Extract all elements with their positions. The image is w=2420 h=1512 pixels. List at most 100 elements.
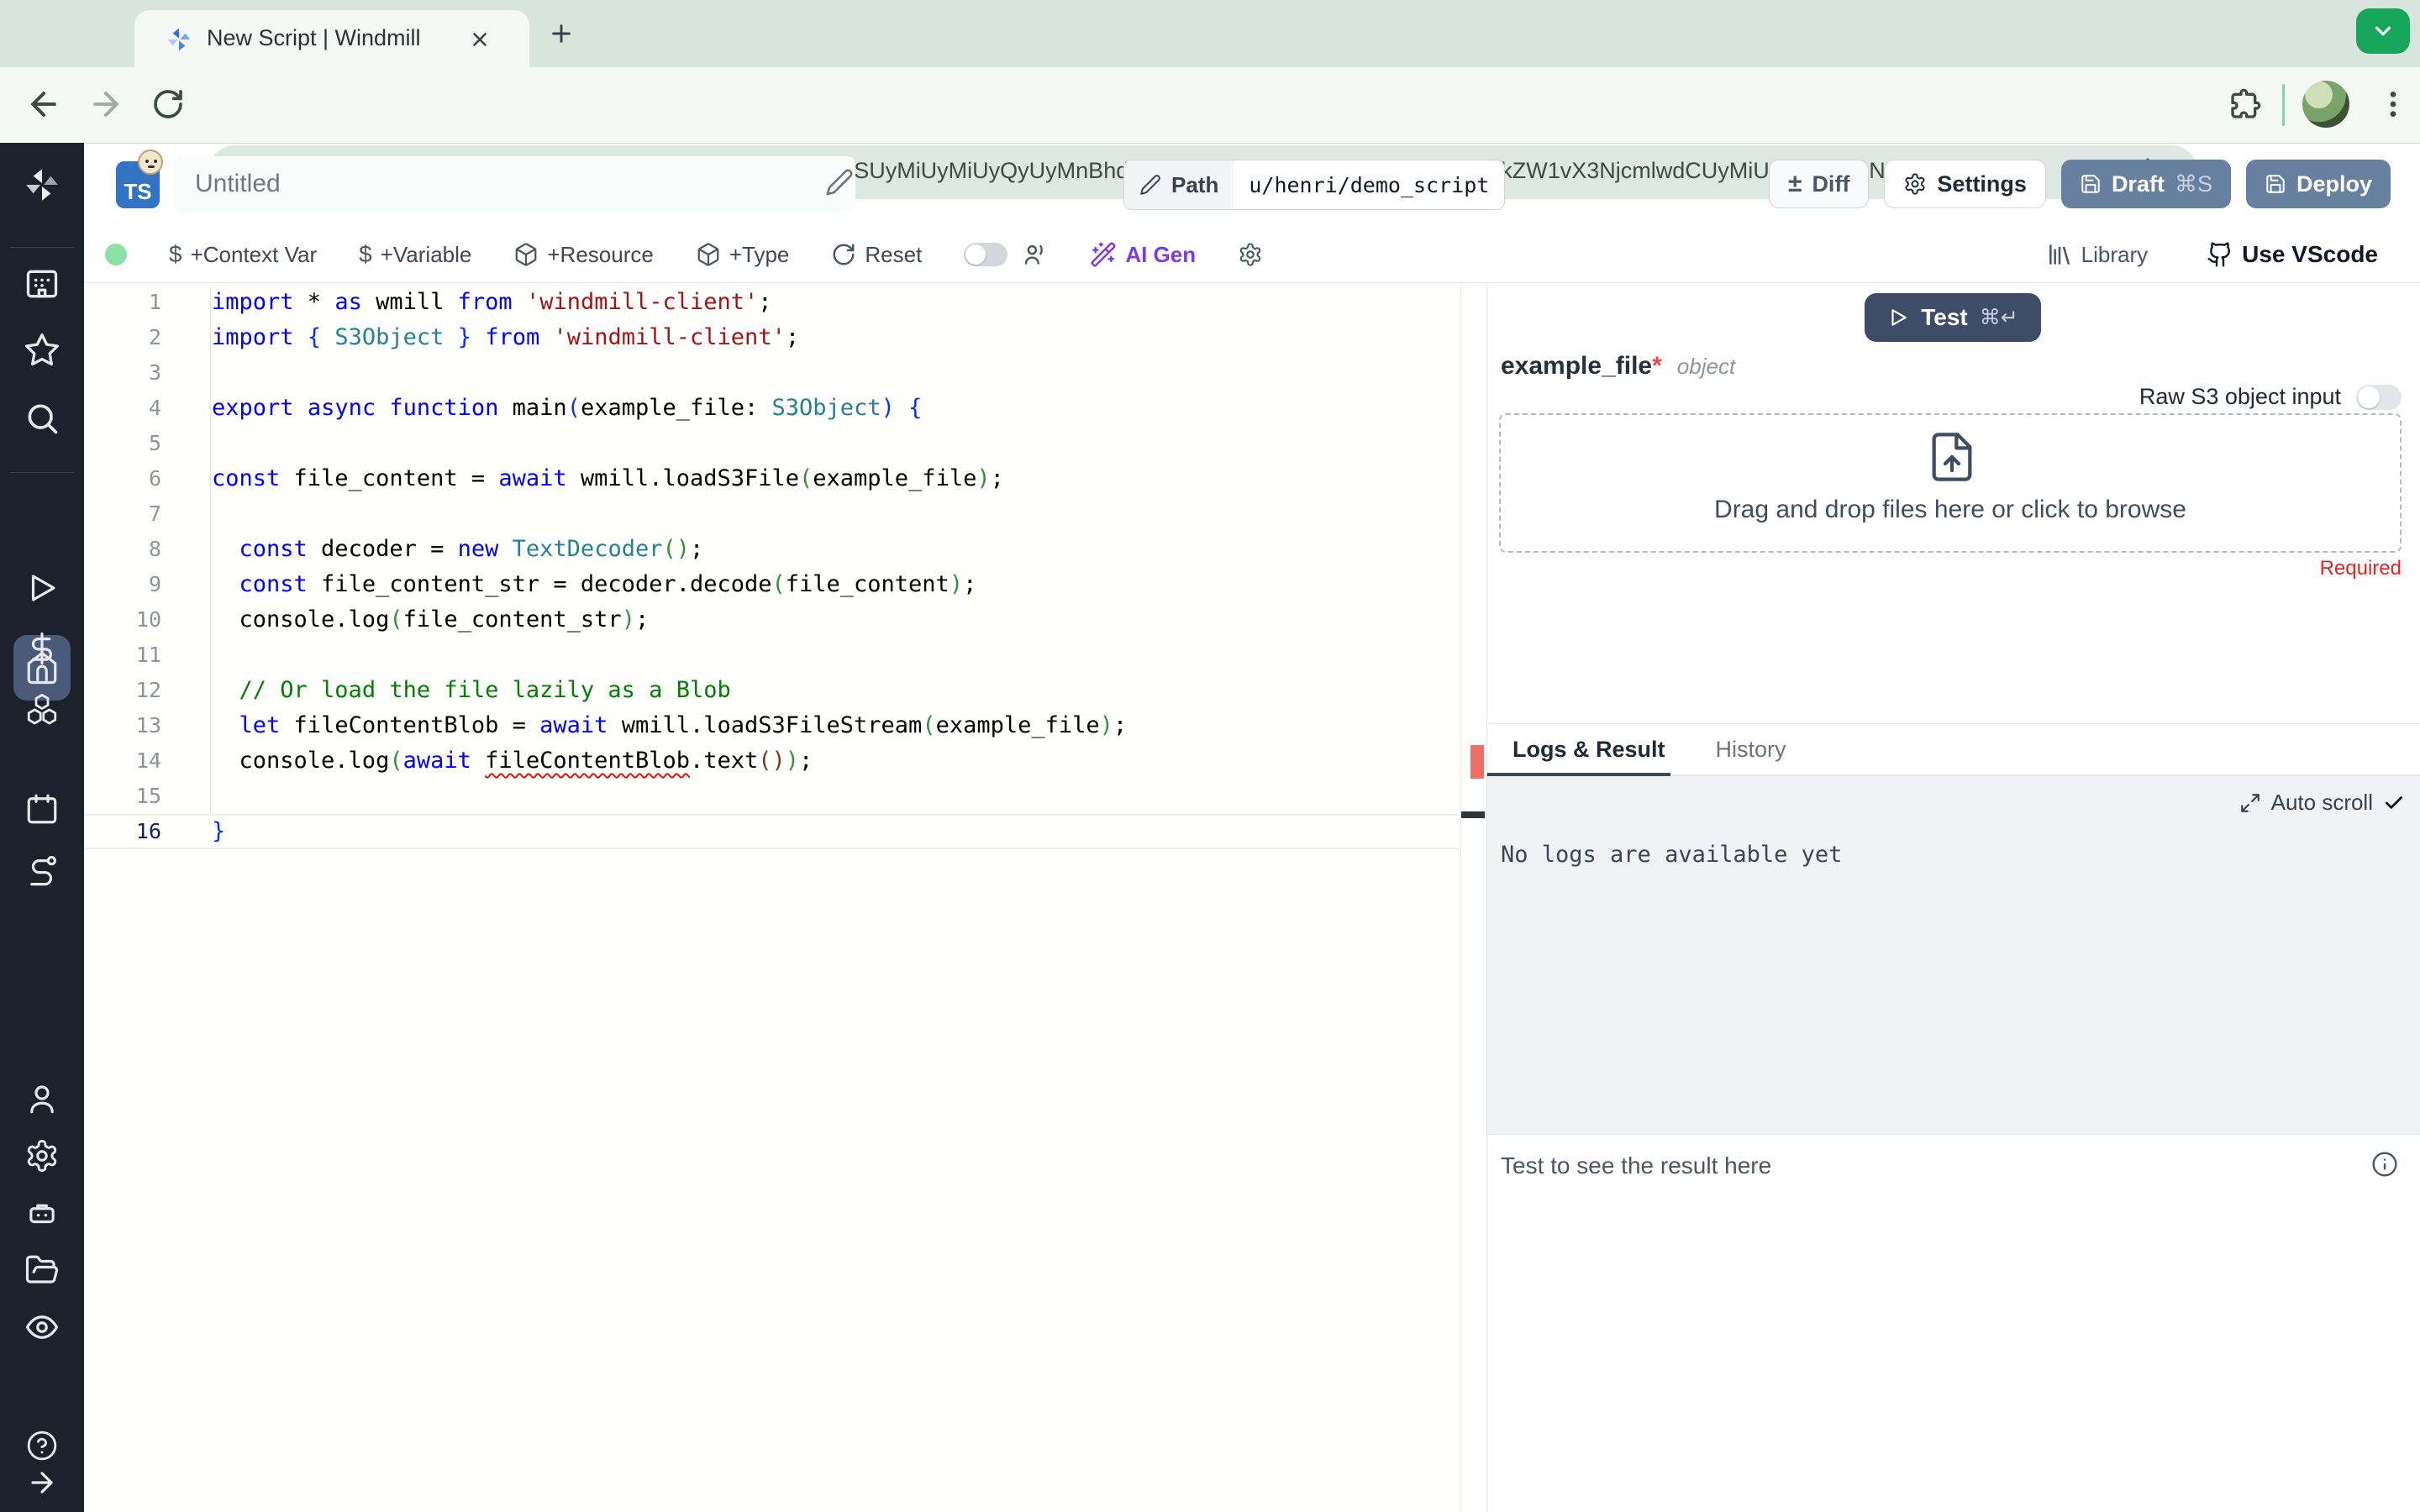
raw-s3-label: Raw S3 object input (2139, 384, 2341, 409)
code-line: 12 // Or load the file lazily as a Blob (135, 677, 731, 703)
play-icon (1887, 307, 1909, 328)
forward-icon[interactable] (87, 86, 124, 123)
save-icon (2265, 173, 2286, 195)
required-label: Required (2319, 557, 2402, 580)
preview-panel: Test ⌘↵ example_file* object Raw S3 objec… (1487, 283, 2420, 1512)
code-editor[interactable]: 1 import * as wmill from 'windmill-client… (84, 283, 1462, 1512)
test-shortcut: ⌘↵ (1979, 306, 2018, 329)
sidebar-item-search[interactable] (24, 400, 60, 437)
library-icon (2046, 241, 2073, 268)
edit-summary-pencil-icon[interactable] (825, 168, 854, 197)
sidebar-item-account[interactable] (24, 1081, 60, 1116)
back-icon[interactable] (25, 86, 62, 123)
sidebar-item-workers[interactable] (24, 1195, 60, 1231)
browser-tab-strip: New Script | Windmill (0, 0, 2420, 67)
tab-title: New Script | Windmill (207, 25, 421, 50)
tab-close-icon[interactable] (469, 29, 491, 50)
avatar[interactable] (2302, 81, 2349, 128)
draft-button[interactable]: Draft ⌘S (2060, 160, 2231, 208)
path-label: Path (1171, 171, 1219, 197)
extensions-icon[interactable] (2228, 87, 2262, 121)
toolbar-divider (2282, 84, 2285, 126)
sidebar-item-apps[interactable] (24, 265, 60, 302)
tab-logs-result[interactable]: Logs & Result (1487, 724, 1691, 774)
raw-s3-toggle[interactable] (2356, 384, 2402, 410)
current-line-highlight (84, 814, 1459, 849)
path-control[interactable]: Path u/henri/demo_script (1123, 160, 1506, 210)
sidebar-expand-icon[interactable] (26, 1467, 58, 1499)
plus-minus-icon: ± (1787, 170, 1802, 197)
add-context-var-button[interactable]: $ +Context Var (169, 241, 317, 268)
sidebar-item-favorites[interactable] (24, 332, 60, 369)
editor-toolbar: $ +Context Var $ +Variable +Resource +Ty… (84, 228, 2420, 283)
sidebar-item-variables[interactable] (24, 631, 60, 666)
browser-toolbar: app.windmill.dev/scripts/add#JTdCJTIyaGF… (0, 67, 2420, 272)
rotate-cw-icon (831, 242, 856, 267)
script-summary-input[interactable]: Untitled (173, 156, 855, 212)
deploy-button[interactable]: Deploy (2245, 160, 2391, 208)
lsp-status-dot (105, 244, 127, 265)
code-lines: 1 import * as wmill from 'windmill-client… (84, 283, 1462, 849)
sidebar-item-folders[interactable] (24, 1252, 60, 1288)
settings-button[interactable]: Settings (1884, 160, 2046, 208)
logs-area: Auto scroll No logs are available yet (1487, 776, 2420, 1135)
github-icon (2207, 241, 2233, 268)
code-line: 10 console.log(file_content_str); (135, 606, 650, 633)
new-tab-icon[interactable] (548, 20, 575, 47)
info-icon[interactable] (2371, 1151, 2398, 1178)
tab-history[interactable]: History (1691, 724, 1812, 774)
sidebar-item-audit-logs[interactable] (24, 1310, 60, 1345)
code-line: 5 (148, 431, 161, 455)
use-vscode-button[interactable]: Use VScode (2207, 241, 2378, 268)
raw-s3-row: Raw S3 object input (2139, 384, 2402, 410)
package-icon (513, 242, 539, 267)
no-logs-text: No logs are available yet (1501, 842, 1843, 868)
browser-menu-icon[interactable] (2376, 87, 2410, 121)
file-dropzone[interactable]: Drag and drop files here or click to bro… (1499, 413, 2402, 553)
sidebar-item-resources[interactable] (24, 691, 60, 727)
windmill-logo-icon[interactable] (22, 165, 62, 205)
argument-type: object (1676, 354, 1736, 379)
required-asterisk: * (1652, 352, 1662, 380)
windmill-favicon (165, 25, 193, 54)
check-icon (2383, 792, 2405, 814)
library-button[interactable]: Library (2046, 241, 2148, 268)
code-line: 7 (148, 501, 161, 526)
package-icon (696, 242, 721, 267)
browser-profile-button[interactable] (2356, 8, 2410, 54)
browser-tab[interactable]: New Script | Windmill (134, 10, 529, 67)
reset-button[interactable]: Reset (831, 242, 922, 268)
code-line: 8 const decoder = new TextDecoder(); (148, 536, 704, 562)
code-line: 4 export async function main(example_file… (148, 395, 923, 421)
add-variable-button[interactable]: $ +Variable (359, 241, 471, 268)
dropzone-text: Drag and drop files here or click to bro… (1714, 496, 2186, 523)
draft-shortcut: ⌘S (2174, 171, 2212, 197)
sidebar-item-schedules[interactable] (24, 791, 60, 827)
auto-scroll-control[interactable]: Auto scroll (2239, 790, 2405, 816)
script-name: Untitled (195, 170, 281, 197)
diff-button[interactable]: ± Diff (1768, 160, 1870, 208)
sidebar-divider (10, 247, 74, 248)
editor-settings-gear-icon[interactable] (1238, 242, 1263, 267)
sidebar-item-runs[interactable] (24, 570, 60, 606)
sidebar (0, 143, 84, 1512)
argument-row: example_file* object (1501, 352, 1735, 381)
path-edit-section[interactable]: Path (1124, 160, 1234, 209)
pencil-icon (1139, 174, 1161, 196)
code-line: 13 let fileContentBlob = await wmill.loa… (135, 712, 1128, 738)
code-line: 1 import * as wmill from 'windmill-client… (148, 289, 772, 315)
reload-icon[interactable] (151, 87, 185, 121)
test-button[interactable]: Test ⌘↵ (1865, 293, 2041, 342)
sidebar-item-flows[interactable] (24, 853, 60, 888)
add-resource-button[interactable]: +Resource (513, 242, 654, 268)
indent-guide (210, 287, 211, 814)
multiplayer-toggle[interactable] (964, 243, 1008, 266)
code-line: 3 (148, 360, 161, 385)
code-line: 11 (135, 643, 161, 667)
sidebar-item-help[interactable] (26, 1430, 58, 1462)
expand-icon[interactable] (2239, 792, 2261, 814)
sidebar-item-settings[interactable] (24, 1138, 60, 1173)
save-icon (2080, 173, 2102, 195)
add-type-button[interactable]: +Type (696, 242, 789, 268)
ai-gen-button[interactable]: AI Gen (1090, 241, 1196, 268)
